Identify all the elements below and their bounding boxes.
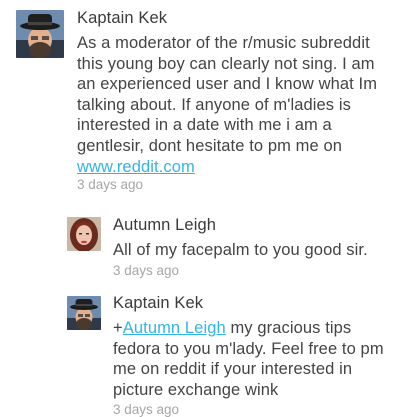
comment-line: an experienced user and I know what Im — [77, 75, 378, 94]
comment-3: Kaptain Kek +Autumn Leigh my gracious ti… — [0, 290, 400, 417]
avatar[interactable] — [16, 10, 64, 58]
comment-timestamp: 3 days ago — [113, 402, 180, 417]
avatar[interactable] — [67, 217, 101, 251]
comment-1: Kaptain Kek As a moderator of the r/musi… — [0, 0, 400, 200]
comment-body: All of my facepalm to you good sir. — [113, 240, 368, 261]
reddit-link[interactable]: www.reddit.com — [77, 158, 195, 176]
comment-line: All of my facepalm to you good sir. — [113, 241, 368, 259]
comment-line: talking about. If anyone of m'ladies is — [77, 95, 351, 114]
comment-line: interested in a date with me i am a — [77, 116, 332, 135]
comment-body: +Autumn Leigh my gracious tips fedora to… — [113, 318, 384, 400]
comment-line: my gracious tips — [225, 319, 352, 337]
comment-timestamp: 3 days ago — [77, 177, 144, 192]
comment-line: gentlesir, dont hesitate to pm me on — [77, 136, 343, 155]
comment-line: me on reddit if your interested in — [113, 360, 353, 379]
comment-author[interactable]: Kaptain Kek — [77, 9, 167, 28]
avatar[interactable] — [67, 296, 101, 330]
woman-avatar-icon — [67, 217, 101, 251]
comment-author[interactable]: Autumn Leigh — [113, 216, 216, 235]
comment-line: As a moderator of the r/music subreddit — [77, 34, 370, 52]
comment-timestamp: 3 days ago — [113, 263, 180, 278]
comment-2: Autumn Leigh All of my facepalm to you g… — [0, 200, 400, 290]
comment-line: fedora to you m'lady. Feel free to pm — [113, 339, 384, 358]
comment-line: picture exchange wink — [113, 380, 279, 399]
mention-prefix: + — [113, 319, 123, 337]
fedora-man-avatar-icon — [67, 296, 101, 330]
fedora-man-avatar-icon — [16, 10, 64, 58]
comment-body: As a moderator of the r/music subreddit … — [77, 33, 377, 177]
mention-link[interactable]: Autumn Leigh — [123, 319, 226, 337]
comment-line: this young boy can clearly not sing. I a… — [77, 54, 375, 73]
comment-author[interactable]: Kaptain Kek — [113, 294, 203, 313]
